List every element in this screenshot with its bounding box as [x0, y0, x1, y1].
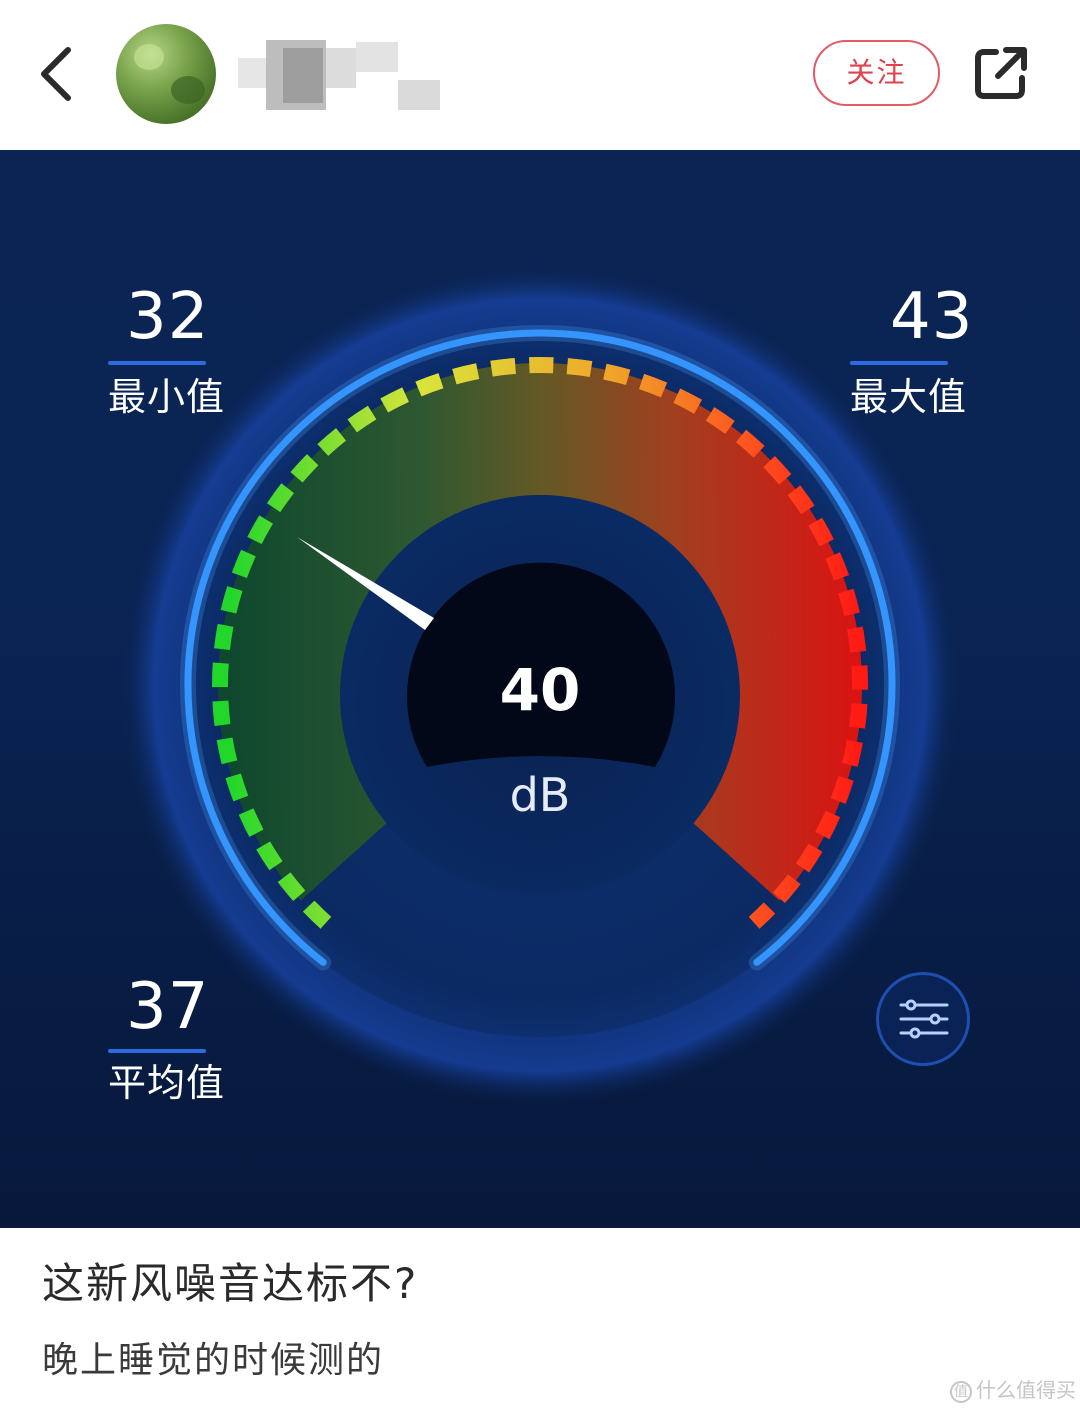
post-title: 这新风噪音达标不?: [42, 1259, 419, 1308]
back-icon[interactable]: [30, 38, 90, 110]
avg-underline: [108, 1049, 206, 1053]
post-body: 晚上睡觉的时候测的: [42, 1340, 385, 1381]
watermark-text: 什么值得买: [976, 1378, 1076, 1402]
watermark: 值什么值得买: [950, 1378, 1076, 1403]
min-value: 32: [126, 280, 210, 354]
max-label: 最大值: [850, 375, 968, 419]
avatar[interactable]: [116, 24, 216, 124]
current-decibel-value: 40: [499, 656, 581, 724]
max-underline: [850, 361, 948, 365]
share-icon[interactable]: [970, 42, 1032, 104]
min-underline: [108, 361, 206, 365]
min-label: 最小值: [108, 375, 226, 419]
max-value: 43: [890, 280, 974, 354]
watermark-logo-icon: 值: [950, 1380, 972, 1403]
avg-value: 37: [126, 970, 210, 1044]
post-content: 这新风噪音达标不? 晚上睡觉的时候测的 值什么值得买: [0, 1228, 1080, 1414]
settings-sliders-icon[interactable]: [876, 972, 970, 1066]
username-blurred: [238, 40, 443, 112]
top-bar: 关注: [0, 0, 1080, 150]
avg-label: 平均值: [108, 1061, 226, 1105]
sound-meter-screenshot: 32 最小值 43 最大值 37 平均值 40 dB: [0, 150, 1080, 1228]
decibel-unit: dB: [509, 768, 571, 822]
follow-button[interactable]: 关注: [813, 40, 940, 106]
